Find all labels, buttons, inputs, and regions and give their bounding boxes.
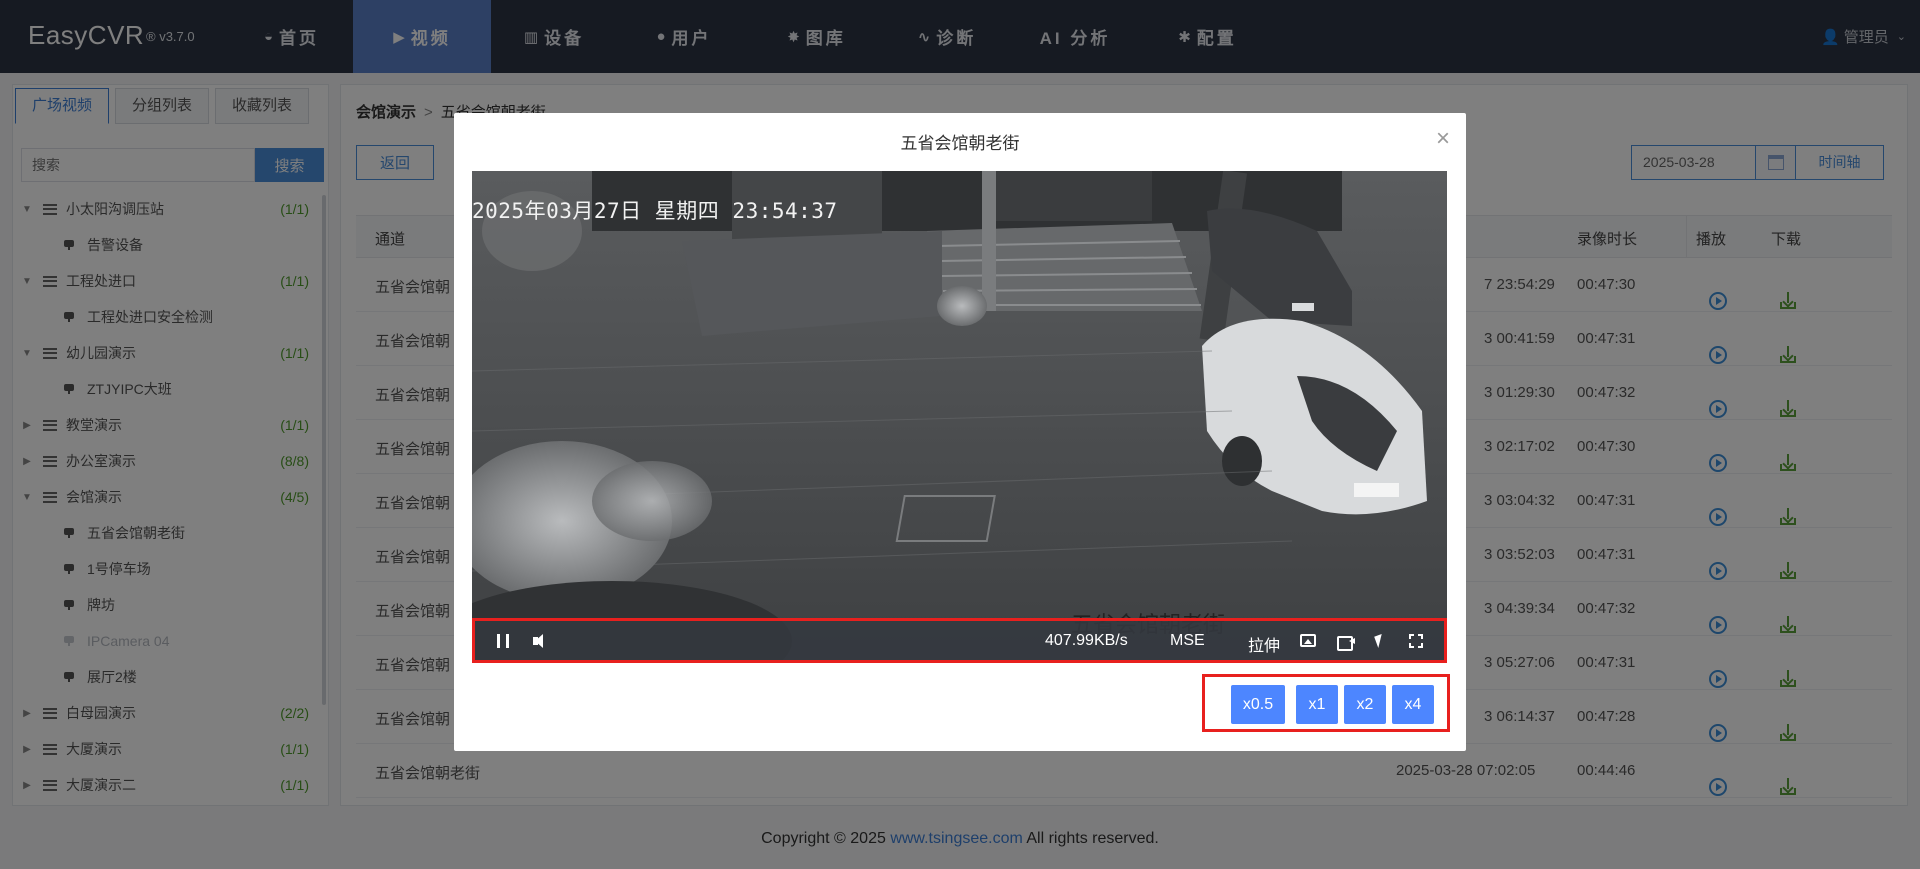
speed-2-button[interactable]: x2	[1344, 685, 1386, 724]
speed-4-button[interactable]: x4	[1392, 685, 1434, 724]
stretch-button[interactable]: 拉伸	[1248, 632, 1280, 656]
pause-icon[interactable]	[497, 634, 509, 648]
video-timestamp-overlay: 2025年03月27日 星期四 23:54:37	[472, 199, 838, 223]
record-icon[interactable]	[1337, 634, 1355, 651]
modal-title: 五省会馆朝老街	[900, 134, 1020, 153]
player-control-bar: 407.99KB/s MSE 拉伸	[472, 618, 1447, 663]
protocol-label: MSE	[1170, 632, 1205, 649]
camera-frame	[472, 171, 1447, 663]
close-icon[interactable]: ×	[1436, 127, 1450, 151]
video-player[interactable]: 2025年03月27日 星期四 23:54:37 五省会馆朝老街 407.99K…	[472, 171, 1447, 663]
playback-speed-group: x0.5 x1 x2 x4	[1202, 674, 1450, 732]
speed-0.5-button[interactable]: x0.5	[1231, 685, 1285, 724]
ptz-pointer-icon[interactable]	[1375, 634, 1391, 650]
snapshot-icon[interactable]	[1300, 634, 1316, 647]
fullscreen-icon[interactable]	[1409, 634, 1423, 648]
speed-1-button[interactable]: x1	[1296, 685, 1338, 724]
bitrate-label: 407.99KB/s	[1045, 632, 1128, 649]
volume-icon[interactable]	[533, 634, 549, 648]
video-modal: 五省会馆朝老街 × 2025年03月27日 星期四 23:54:37 407.9…	[454, 113, 1466, 751]
